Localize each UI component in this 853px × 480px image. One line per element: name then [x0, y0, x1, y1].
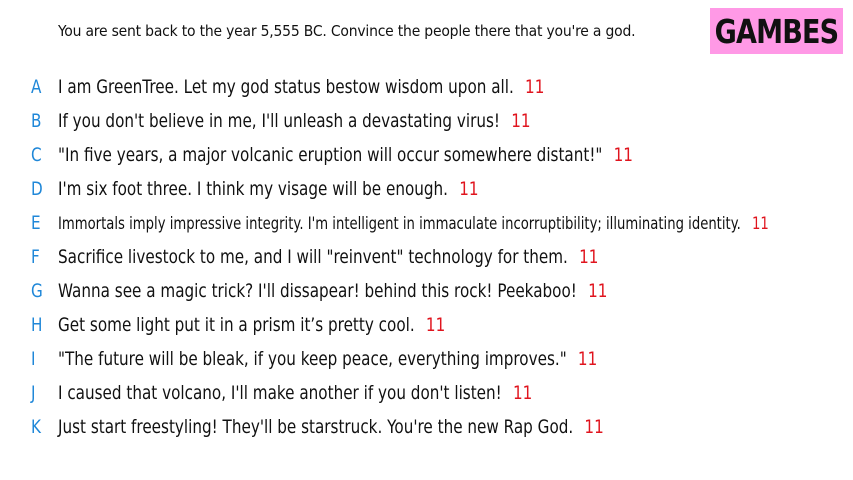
answer-text: Get some light put it in a prism it’s pr…: [58, 314, 445, 336]
answer-score: 11: [525, 76, 545, 98]
answer-score: 11: [613, 144, 633, 166]
answer-text-content: Just start freestyling! They'll be stars…: [58, 416, 574, 438]
answer-score: 11: [511, 110, 531, 132]
answer-text-content: If you don't believe in me, I'll unleash…: [58, 110, 501, 132]
answer-letter: C: [31, 144, 42, 166]
answer-letter: E: [31, 212, 41, 234]
logo-text: GAMBES: [714, 11, 840, 51]
answer-text-content: I am GreenTree. Let my god status bestow…: [58, 76, 514, 98]
answer-text-content: "In five years, a major volcanic eruptio…: [58, 144, 603, 166]
answer-text-content: Sacrifice livestock to me, and I will "r…: [58, 246, 568, 268]
answer-text: If you don't believe in me, I'll unleash…: [58, 110, 531, 132]
question-prompt: You are sent back to the year 5,555 BC. …: [58, 22, 636, 40]
answer-score: 11: [512, 382, 533, 404]
answer-text-content: Wanna see a magic trick? I'll dissapear!…: [58, 280, 577, 302]
answer-text: Sacrifice livestock to me, and I will "r…: [58, 246, 598, 268]
game-screen: You are sent back to the year 5,555 BC. …: [0, 0, 853, 480]
answer-text-content: I'm six foot three. I think my visage wi…: [58, 178, 448, 200]
answer-letter: G: [31, 280, 43, 302]
answer-score: 11: [752, 213, 769, 233]
answer-text-content: Get some light put it in a prism it’s pr…: [58, 314, 415, 336]
answer-text: Wanna see a magic trick? I'll dissapear!…: [58, 280, 607, 302]
answer-score: 11: [584, 416, 604, 438]
answer-score: 11: [577, 348, 598, 370]
answer-letter: B: [31, 110, 42, 132]
answer-text: Just start freestyling! They'll be stars…: [58, 416, 604, 438]
answer-letter: F: [31, 246, 40, 268]
answer-score: 11: [459, 178, 479, 200]
answer-text-content: I caused that volcano, I'll make another…: [58, 382, 502, 404]
gambes-logo: GAMBES: [710, 8, 843, 54]
answer-text: I am GreenTree. Let my god status bestow…: [58, 76, 544, 98]
answer-letter: I: [31, 348, 36, 370]
answer-text: "The future will be bleak, if you keep p…: [58, 348, 597, 370]
answer-text: I'm six foot three. I think my visage wi…: [58, 178, 479, 200]
answer-score: 11: [579, 246, 599, 268]
answer-letter: D: [31, 178, 43, 200]
answer-text-content: "The future will be bleak, if you keep p…: [58, 348, 567, 370]
answer-score: 11: [588, 280, 608, 302]
answer-letter: K: [31, 416, 41, 438]
answer-text-content: Immortals imply impressive integrity. I'…: [58, 213, 741, 233]
answer-text: "In five years, a major volcanic eruptio…: [58, 144, 633, 166]
answer-text: I caused that volcano, I'll make another…: [58, 382, 532, 404]
answer-letter: J: [31, 382, 36, 404]
answer-letter: A: [31, 76, 42, 98]
answer-score: 11: [425, 314, 446, 336]
answer-text: Immortals imply impressive integrity. I'…: [58, 214, 769, 233]
answer-letter: H: [31, 314, 43, 336]
